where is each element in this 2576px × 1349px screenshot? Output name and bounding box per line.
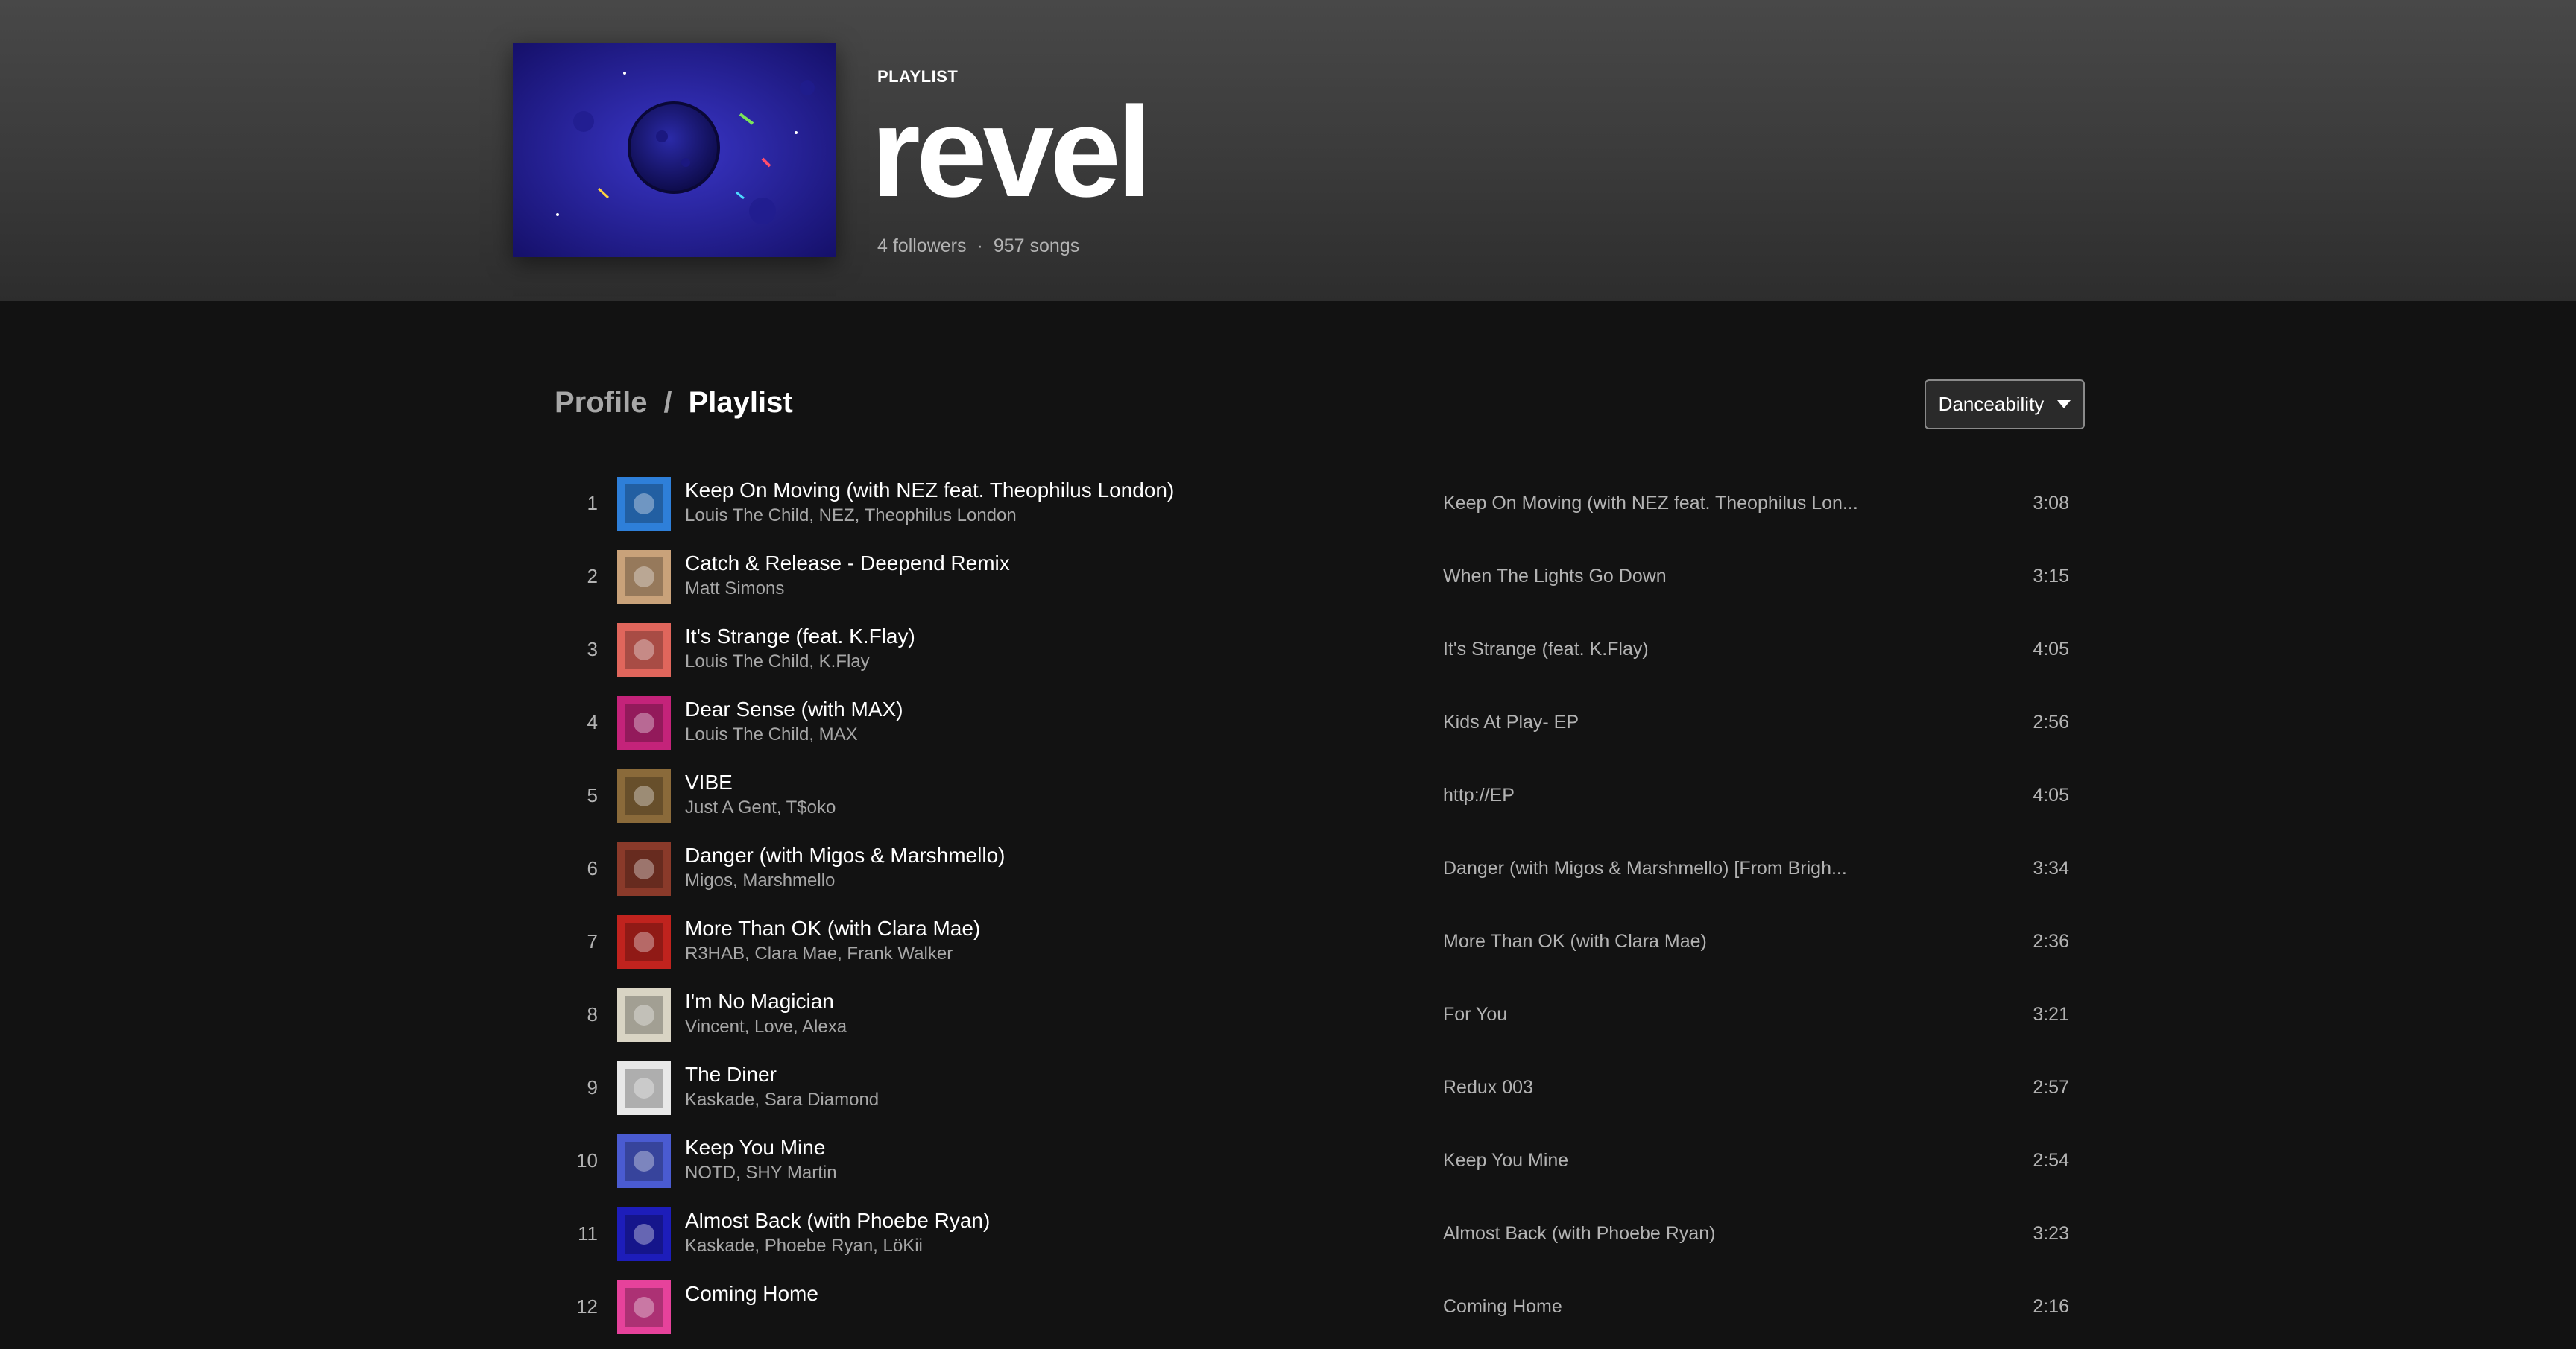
track-album[interactable]: More Than OK (with Clara Mae)	[1443, 911, 1707, 972]
track-row[interactable]: 1 Keep On Moving (with NEZ feat. Theophil…	[559, 473, 2089, 546]
track-album[interactable]: Danger (with Migos & Marshmello) [From B…	[1443, 838, 1847, 899]
track-duration: 3:23	[2033, 1222, 2069, 1244]
track-duration: 3:08	[2033, 492, 2069, 514]
track-row[interactable]: 2 Catch & Release - Deepend Remix Matt Sim…	[559, 546, 2089, 619]
galaxy-planet-artwork-icon	[513, 43, 836, 257]
track-duration: 4:05	[2033, 784, 2069, 806]
track-album[interactable]: Almost Back (with Phoebe Ryan)	[1443, 1203, 1715, 1264]
track-artists[interactable]: R3HAB, Clara Mae, Frank Walker	[685, 944, 953, 964]
track-title[interactable]: Catch & Release - Deepend Remix	[685, 552, 1010, 575]
album-art-image	[617, 696, 671, 750]
track-title[interactable]: Danger (with Migos & Marshmello)	[685, 844, 1005, 868]
track-artists[interactable]: Matt Simons	[685, 578, 784, 599]
track-number: 5	[587, 783, 598, 806]
track-duration: 3:34	[2033, 857, 2069, 879]
album-art-image	[617, 915, 671, 969]
album-art-image	[617, 477, 671, 531]
track-artists[interactable]: Louis The Child, K.Flay	[685, 651, 870, 672]
track-album[interactable]: For You	[1443, 984, 1507, 1045]
track-album[interactable]: Keep You Mine	[1443, 1130, 1568, 1191]
track-row[interactable]: 5 VIBE Just A Gent, T$oko http://EP 4:05	[559, 765, 2089, 838]
track-row[interactable]: 7 More Than OK (with Clara Mae) R3HAB, Cla…	[559, 911, 2089, 984]
album-art-image	[617, 842, 671, 896]
track-title[interactable]: VIBE	[685, 771, 733, 794]
track-album[interactable]: http://EP	[1443, 765, 1515, 826]
track-row[interactable]: 12 Coming Home Coming Home 2:16	[559, 1276, 2089, 1349]
caret-down-icon	[2057, 400, 2071, 408]
track-row[interactable]: 3 It's Strange (feat. K.Flay) Louis The Ch…	[559, 619, 2089, 692]
track-title[interactable]: I'm No Magician	[685, 990, 834, 1014]
album-art-image	[617, 1061, 671, 1115]
track-artists[interactable]: Louis The Child, NEZ, Theophilus London	[685, 505, 1017, 526]
track-number: 9	[587, 1075, 598, 1099]
track-artists[interactable]: Just A Gent, T$oko	[685, 797, 836, 818]
playlist-title: revel	[871, 80, 1152, 224]
album-art-image	[617, 623, 671, 677]
sort-selected-value: Danceability	[1938, 393, 2045, 415]
track-artists[interactable]: Louis The Child, MAX	[685, 724, 858, 745]
album-art-image	[617, 769, 671, 823]
track-artists[interactable]: Migos, Marshmello	[685, 871, 835, 891]
track-number: 3	[587, 637, 598, 660]
track-row[interactable]: 6 Danger (with Migos & Marshmello) Migos, …	[559, 838, 2089, 911]
album-art-image	[617, 1280, 671, 1334]
track-row[interactable]: 10 Keep You Mine NOTD, SHY Martin Keep You …	[559, 1130, 2089, 1203]
track-row[interactable]: 9 The Diner Kaskade, Sara Diamond Redux 003…	[559, 1057, 2089, 1130]
track-duration: 3:21	[2033, 1003, 2069, 1025]
track-number: 12	[576, 1295, 598, 1318]
meta-separator: ·	[976, 236, 983, 256]
track-duration: 2:56	[2033, 711, 2069, 733]
breadcrumb-separator: /	[663, 386, 672, 419]
track-duration: 4:05	[2033, 638, 2069, 660]
album-art-image	[617, 550, 671, 604]
album-art-image	[617, 988, 671, 1042]
track-row[interactable]: 4 Dear Sense (with MAX) Louis The Child, M…	[559, 692, 2089, 765]
track-list: 1 Keep On Moving (with NEZ feat. Theophil…	[559, 473, 2089, 1349]
album-art-image	[617, 1134, 671, 1188]
track-title[interactable]: More Than OK (with Clara Mae)	[685, 917, 980, 941]
track-number: 6	[587, 856, 598, 879]
track-title[interactable]: Keep On Moving (with NEZ feat. Theophilu…	[685, 478, 1174, 502]
breadcrumb-profile-link[interactable]: Profile	[555, 386, 647, 420]
track-album[interactable]: When The Lights Go Down	[1443, 546, 1667, 607]
track-duration: 3:15	[2033, 565, 2069, 587]
track-number: 2	[587, 564, 598, 587]
track-number: 1	[587, 491, 598, 514]
playlist-header: PLAYLIST revel 4 followers · 957 songs	[0, 0, 2576, 301]
track-row[interactable]: 11 Almost Back (with Phoebe Ryan) Kaskade,…	[559, 1203, 2089, 1276]
breadcrumb: Profile / Playlist	[555, 386, 793, 420]
track-title[interactable]: The Diner	[685, 1063, 777, 1087]
track-duration: 2:16	[2033, 1295, 2069, 1317]
track-duration: 2:57	[2033, 1076, 2069, 1098]
track-artists[interactable]: NOTD, SHY Martin	[685, 1163, 837, 1184]
track-number: 8	[587, 1002, 598, 1026]
track-album[interactable]: Coming Home	[1443, 1276, 1562, 1337]
playlist-cover-image	[513, 43, 836, 257]
track-row[interactable]: 8 I'm No Magician Vincent, Love, Alexa For …	[559, 984, 2089, 1057]
track-album[interactable]: Redux 003	[1443, 1057, 1533, 1118]
track-artists[interactable]: Kaskade, Phoebe Ryan, LöKii	[685, 1236, 923, 1257]
track-title[interactable]: It's Strange (feat. K.Flay)	[685, 625, 915, 648]
playlist-meta: 4 followers · 957 songs	[877, 236, 1079, 257]
album-art-image	[617, 1207, 671, 1261]
track-title[interactable]: Keep You Mine	[685, 1136, 825, 1160]
breadcrumb-current: Playlist	[688, 386, 793, 419]
track-title[interactable]: Almost Back (with Phoebe Ryan)	[685, 1209, 990, 1233]
track-duration: 2:54	[2033, 1149, 2069, 1171]
songs-count: 957 songs	[993, 236, 1080, 256]
track-album[interactable]: Keep On Moving (with NEZ feat. Theophilu…	[1443, 473, 1858, 534]
track-album[interactable]: Kids At Play- EP	[1443, 692, 1579, 753]
track-artists[interactable]: Kaskade, Sara Diamond	[685, 1090, 879, 1111]
track-number: 7	[587, 929, 598, 952]
sort-dropdown[interactable]: Danceability	[1925, 379, 2085, 429]
track-title[interactable]: Coming Home	[685, 1282, 818, 1306]
track-number: 10	[576, 1149, 598, 1172]
followers-count: 4 followers	[877, 236, 967, 256]
track-artists[interactable]: Vincent, Love, Alexa	[685, 1017, 847, 1037]
track-number: 4	[587, 710, 598, 733]
track-number: 11	[578, 1222, 598, 1245]
track-duration: 2:36	[2033, 930, 2069, 952]
track-title[interactable]: Dear Sense (with MAX)	[685, 698, 903, 721]
track-album[interactable]: It's Strange (feat. K.Flay)	[1443, 619, 1649, 680]
